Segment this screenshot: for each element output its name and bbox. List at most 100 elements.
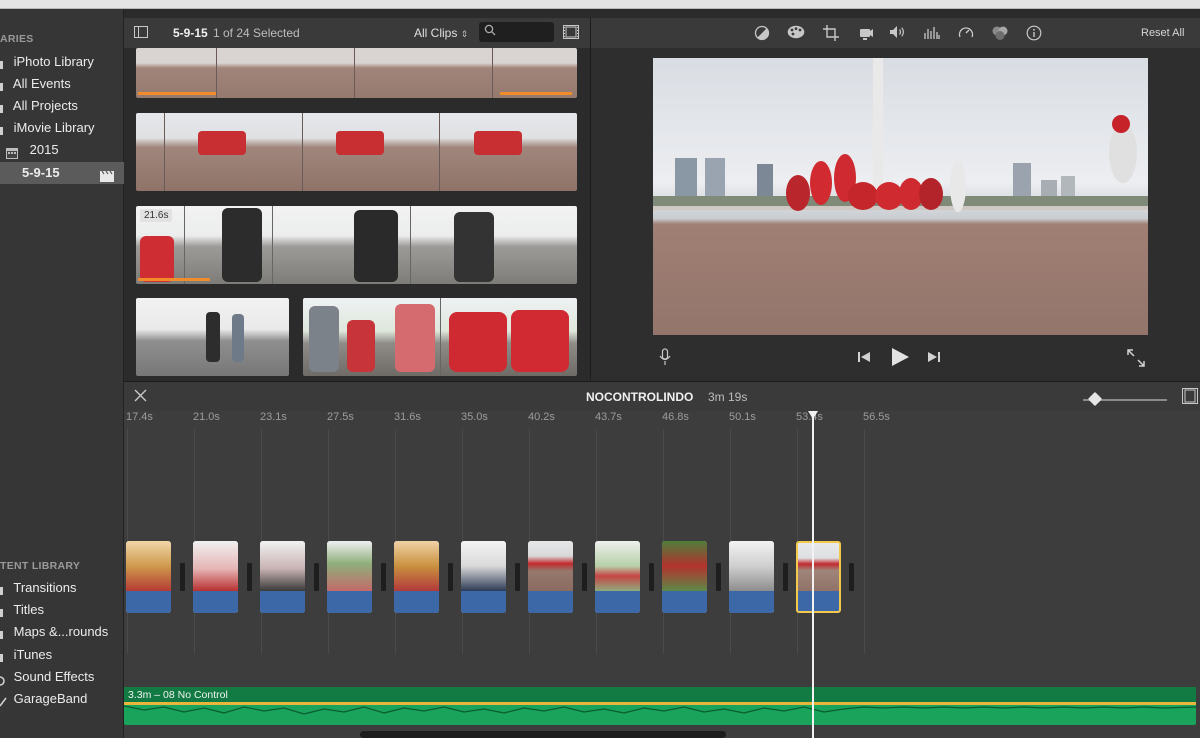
frame-divider (354, 48, 355, 98)
timeline-clip[interactable] (461, 541, 506, 613)
clip-filmstrip[interactable] (136, 48, 577, 98)
timeline-clip[interactable] (662, 541, 707, 613)
color-palette-icon[interactable] (787, 25, 805, 41)
person-figure (222, 208, 262, 282)
clip-audio-waveform (327, 591, 372, 613)
transition-marker[interactable] (448, 563, 453, 591)
ruler-tick-label: 31.6s (394, 411, 421, 423)
microphone-icon[interactable] (659, 348, 671, 369)
transition-marker[interactable] (515, 563, 520, 591)
ruler-tick-label: 46.8s (662, 411, 689, 423)
sound-effects-icon (0, 672, 10, 686)
sidebar-item-all-projects[interactable]: All Projects (0, 95, 124, 117)
sidebar-item-sound-effects[interactable]: Sound Effects (0, 666, 124, 688)
window-titlebar (0, 0, 1200, 9)
frame-divider (216, 48, 217, 98)
project-timeline[interactable]: 17.4s 21.0s 23.1s 27.5s 31.6s 35.0s 40.2s 43.7s… (124, 411, 1200, 738)
timeline-clip[interactable] (193, 541, 238, 613)
person-figure (454, 212, 494, 282)
clip-filmstrip[interactable] (136, 113, 577, 191)
viewer-panel: Reset All (590, 18, 1200, 380)
person-figure (347, 320, 375, 372)
star-icon (0, 79, 10, 91)
frame-divider (440, 298, 441, 376)
background-music-track[interactable]: 3.3m – 08 No Control (124, 687, 1196, 725)
filmstrip-view-icon[interactable] (562, 25, 580, 41)
speed-icon[interactable] (957, 25, 975, 41)
sidebar-item-all-events[interactable]: All Events (0, 73, 124, 95)
timeline-clip[interactable] (595, 541, 640, 613)
ruler-tick-label: 17.4s (126, 411, 153, 423)
sidebar-item-label: Transitions (13, 580, 77, 595)
close-icon[interactable] (134, 389, 147, 405)
clip-audio-waveform (729, 591, 774, 613)
music-track-label: 3.3m – 08 No Control (128, 689, 228, 701)
transition-marker[interactable] (783, 563, 788, 591)
info-icon[interactable] (1025, 25, 1043, 41)
color-balance-icon[interactable] (753, 25, 771, 41)
clip-thumbnail (798, 543, 839, 593)
equalizer-icon[interactable] (923, 25, 941, 41)
sidebar-item-titles[interactable]: Titles (0, 599, 124, 621)
updown-chevron-icon: ⇕ (460, 29, 469, 39)
clip-filmstrip[interactable]: 21.6s (136, 206, 577, 284)
timeline-clip[interactable] (126, 541, 171, 613)
ruler-tick-label: 43.7s (595, 411, 622, 423)
stabilization-icon[interactable] (857, 25, 875, 41)
search-input[interactable] (479, 22, 554, 42)
sidebar-item-iphoto-library[interactable]: iPhoto Library (0, 51, 124, 73)
transition-marker[interactable] (582, 563, 587, 591)
timeline-clip[interactable] (528, 541, 573, 613)
timeline-scrollbar[interactable] (360, 731, 726, 738)
skip-forward-icon[interactable] (927, 351, 941, 366)
clip-thumbnail (662, 541, 707, 591)
calendar-icon (6, 145, 26, 159)
people-group (336, 131, 384, 155)
sidebar-item-imovie-library[interactable]: iMovie Library (0, 117, 124, 139)
event-name: 5-9-15 (173, 26, 208, 40)
transition-marker[interactable] (716, 563, 721, 591)
transition-marker[interactable] (180, 563, 185, 591)
clip-filter-icon[interactable] (991, 25, 1009, 41)
clip-audio-waveform (798, 591, 839, 611)
sidebar-item-itunes[interactable]: iTunes (0, 644, 124, 666)
timeline-clip[interactable] (394, 541, 439, 613)
reset-all-button[interactable]: Reset All (1141, 27, 1184, 39)
fullscreen-icon[interactable] (1127, 349, 1145, 370)
clip-filmstrip[interactable] (136, 298, 289, 376)
sidebar-toggle-icon[interactable] (132, 25, 150, 41)
volume-icon[interactable] (889, 25, 907, 41)
filmstrip-view-icon[interactable] (1182, 388, 1198, 407)
timeline-clip[interactable] (327, 541, 372, 613)
sidebar-item-garageband[interactable]: GarageBand (0, 688, 124, 710)
ruler-tick-line (864, 429, 865, 654)
timeline-clip-selected[interactable] (796, 541, 841, 613)
skip-back-icon[interactable] (857, 351, 871, 366)
sidebar-item-5-9-15[interactable]: 5-9-15 (0, 162, 124, 184)
clip-filter-select[interactable]: All Clips ⇕ (414, 26, 468, 40)
timeline-clip[interactable] (260, 541, 305, 613)
transition-marker[interactable] (314, 563, 319, 591)
maps-icon (0, 627, 10, 639)
frame-divider (302, 113, 303, 191)
zoom-slider-thumb[interactable] (1087, 391, 1102, 407)
timeline-clip[interactable] (729, 541, 774, 613)
person-figure (511, 310, 569, 372)
titles-icon (0, 605, 10, 617)
play-icon[interactable] (891, 348, 909, 369)
sidebar-item-transitions[interactable]: Transitions (0, 577, 124, 599)
zoom-slider-track[interactable] (1083, 391, 1167, 407)
clip-filmstrip[interactable] (303, 298, 577, 376)
sidebar-item-maps[interactable]: Maps &...rounds (0, 621, 124, 643)
transition-marker[interactable] (247, 563, 252, 591)
clip-filter-label: All Clips (414, 26, 458, 40)
transition-marker[interactable] (649, 563, 654, 591)
sidebar-item-2015[interactable]: 2015 (0, 139, 124, 161)
frame-divider (164, 113, 165, 191)
crop-icon[interactable] (822, 25, 840, 41)
project-title: NOCONTROLINDO (586, 390, 694, 404)
transition-marker[interactable] (849, 563, 854, 591)
playhead[interactable] (808, 411, 818, 738)
transition-marker[interactable] (381, 563, 386, 591)
selection-status: 1 of 24 Selected (213, 26, 300, 40)
